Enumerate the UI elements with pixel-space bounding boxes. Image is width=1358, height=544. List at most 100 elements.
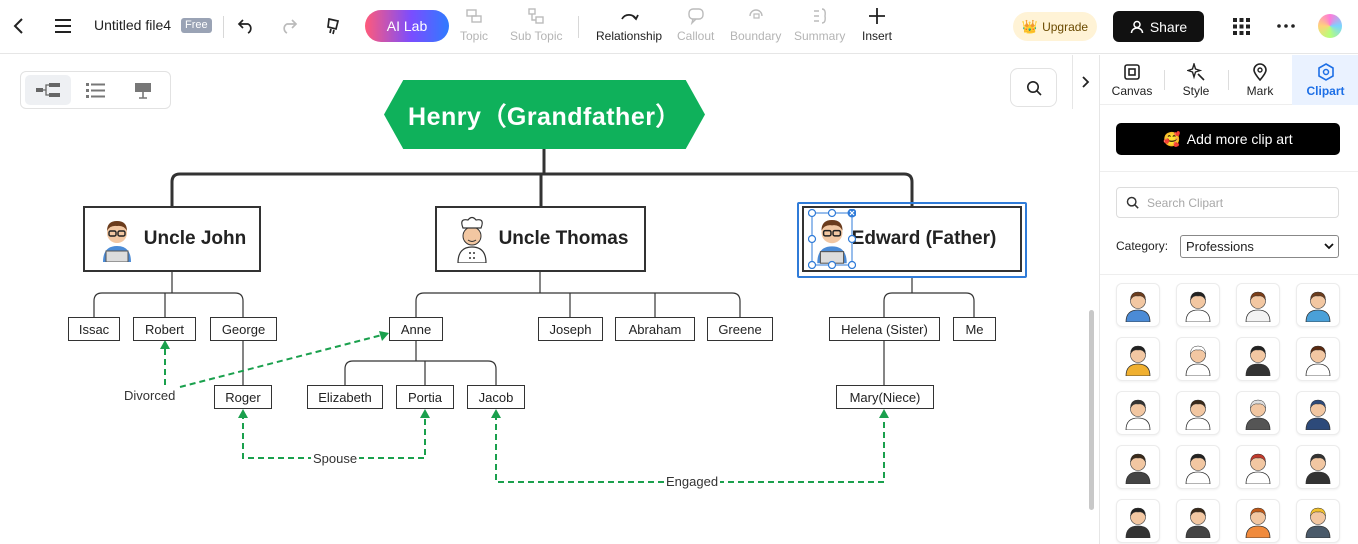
woman-bun-icon [1305, 291, 1331, 322]
subtopic-button[interactable]: Sub Topic [510, 6, 562, 43]
clipart-item[interactable] [1236, 499, 1280, 543]
tab-clipart[interactable]: Clipart [1292, 55, 1358, 105]
subtopic-greene[interactable]: Greene [707, 317, 773, 341]
crown-icon: 👑 [1021, 18, 1039, 34]
resize-handles[interactable] [807, 209, 856, 269]
clipart-item[interactable] [1116, 445, 1160, 489]
subtopic-joseph[interactable]: Joseph [538, 317, 603, 341]
subtopic-george[interactable]: George [210, 317, 277, 341]
free-badge: Free [181, 18, 212, 33]
clipart-search-field[interactable] [1116, 187, 1339, 218]
topic-uncle-thomas[interactable]: Uncle Thomas [435, 206, 646, 272]
topic-button[interactable]: Topic [460, 6, 488, 43]
tab-canvas[interactable]: Canvas [1100, 55, 1164, 105]
search-icon [1126, 196, 1139, 209]
clipart-item[interactable] [1176, 337, 1220, 381]
apps-grid-icon[interactable] [1231, 16, 1251, 36]
subtopic-label: Sub Topic [510, 29, 563, 43]
clipart-item[interactable] [1296, 499, 1340, 543]
subtopic-elizabeth[interactable]: Elizabeth [307, 385, 383, 409]
clipart-item[interactable] [1296, 337, 1340, 381]
topic-label: Edward (Father) [851, 228, 997, 249]
boundary-button[interactable]: Boundary [730, 6, 781, 43]
clipart-item[interactable] [1236, 391, 1280, 435]
clipart-item[interactable] [1236, 337, 1280, 381]
woman-doctor-icon [1185, 399, 1211, 430]
man-glasses-laptop-icon [1125, 291, 1151, 322]
mindmap-canvas[interactable]: Henry（Grandfather） Uncle John Uncle Thom… [0, 55, 1098, 544]
subtopic-me[interactable]: Me [953, 317, 996, 341]
man-suit-icon [1125, 453, 1151, 484]
callout-label: Callout [677, 29, 715, 43]
boundary-label: Boundary [730, 29, 782, 43]
callout-icon [687, 8, 704, 26]
man-white-shirt-icon [1185, 453, 1211, 484]
more-icon[interactable] [1275, 16, 1297, 36]
clipart-item[interactable] [1296, 283, 1340, 327]
clipart-item[interactable] [1236, 283, 1280, 327]
construction-worker-icon [1305, 507, 1331, 538]
subtopic-jacob[interactable]: Jacob [467, 385, 525, 409]
selected-clipart[interactable] [807, 209, 856, 269]
clipart-search-input[interactable] [1147, 195, 1327, 210]
clipart-item[interactable] [1116, 499, 1160, 543]
share-button[interactable]: Share [1113, 11, 1204, 42]
menu-icon[interactable] [52, 15, 74, 37]
insert-button[interactable]: Insert [862, 6, 892, 43]
clipart-item[interactable] [1176, 499, 1220, 543]
old-man-icon [1245, 399, 1271, 430]
root-topic[interactable]: Henry（Grandfather） [384, 80, 705, 149]
subtopic-anne[interactable]: Anne [389, 317, 443, 341]
clipart-item[interactable] [1176, 283, 1220, 327]
clipart-item[interactable] [1296, 391, 1340, 435]
subtopic-helena[interactable]: Helena (Sister) [829, 317, 940, 341]
location-pin-icon [1253, 62, 1267, 81]
topic-uncle-john[interactable]: Uncle John [83, 206, 261, 272]
clipart-item[interactable] [1236, 445, 1280, 489]
subtopic-robert[interactable]: Robert [133, 317, 196, 341]
subtopic-portia[interactable]: Portia [396, 385, 454, 409]
upgrade-button[interactable]: 👑 Upgrade [1013, 12, 1097, 41]
subtopic-roger[interactable]: Roger [214, 385, 272, 409]
clipart-item[interactable] [1176, 391, 1220, 435]
relationship-spouse-label[interactable]: Spouse [311, 451, 360, 466]
undo-icon[interactable] [235, 15, 257, 37]
topic-label: Topic [460, 29, 489, 43]
clipart-item[interactable] [1116, 391, 1160, 435]
ai-lab-button[interactable]: AI Lab [365, 10, 449, 42]
relationship-button[interactable]: Relationship [596, 6, 662, 43]
summary-label: Summary [794, 29, 846, 43]
subtopic-abraham[interactable]: Abraham [615, 317, 695, 341]
tab-style[interactable]: Style [1164, 55, 1228, 105]
topic-label: Uncle Thomas [498, 228, 629, 249]
divider [1228, 70, 1229, 90]
topic-edward-father[interactable]: Edward (Father) [802, 206, 1022, 272]
share-label: Share [1149, 18, 1188, 35]
chef-icon [1185, 345, 1211, 376]
tab-label: Mark [1246, 83, 1274, 98]
plus-icon [869, 8, 885, 24]
relationship-divorced-label[interactable]: Divorced [122, 388, 178, 403]
back-icon[interactable] [8, 15, 30, 37]
tab-mark[interactable]: Mark [1228, 55, 1292, 105]
subtopic-mary-niece[interactable]: Mary(Niece) [836, 385, 934, 409]
summary-button[interactable]: Summary [794, 6, 845, 43]
relationship-icon [621, 13, 639, 21]
category-select[interactable]: Professions [1180, 235, 1339, 258]
clipart-item[interactable] [1296, 445, 1340, 489]
relationship-engaged-label[interactable]: Engaged [664, 474, 721, 489]
add-more-clipart-button[interactable]: 🥰 Add more clip art [1116, 123, 1340, 155]
clipart-item[interactable] [1116, 283, 1160, 327]
redo-icon[interactable] [278, 15, 300, 37]
subtopic-issac[interactable]: Issac [68, 317, 120, 341]
file-title[interactable]: Untitled file4 [94, 17, 171, 33]
clipart-item[interactable] [1116, 337, 1160, 381]
avatar[interactable] [1318, 14, 1342, 38]
category-label: Category: [1116, 239, 1169, 253]
relationship-label: Relationship [596, 29, 663, 43]
callout-button[interactable]: Callout [677, 6, 714, 43]
woman-suit-icon [1125, 507, 1151, 538]
format-painter-icon[interactable] [323, 15, 345, 37]
chef-icon [456, 216, 487, 263]
clipart-item[interactable] [1176, 445, 1220, 489]
